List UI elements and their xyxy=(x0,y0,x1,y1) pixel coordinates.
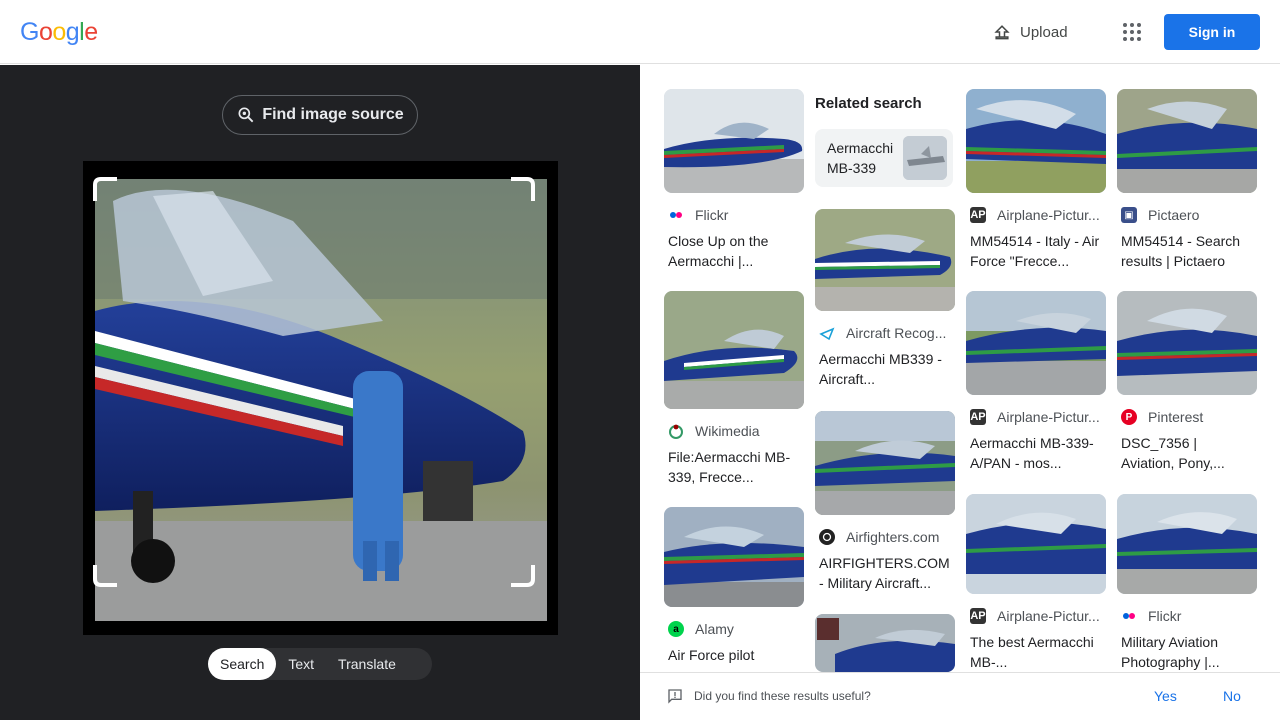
result-card[interactable]: Aircraft Recog... Aermacchi MB339 - Airc… xyxy=(815,209,955,389)
feedback-bar: Did you find these results useful? Yes N… xyxy=(640,672,1280,720)
jet-photo xyxy=(93,177,547,621)
related-search-heading: Related search xyxy=(815,95,922,112)
result-title: Aermacchi MB339 - Aircraft... xyxy=(819,351,942,387)
feedback-no-button[interactable]: No xyxy=(1223,688,1241,704)
result-title: DSC_7356 | Aviation, Pony,... xyxy=(1121,435,1225,471)
wikimedia-icon xyxy=(668,423,684,439)
result-thumbnail[interactable] xyxy=(815,411,955,515)
lens-search-icon xyxy=(238,107,254,123)
logo-letter: o xyxy=(52,18,66,46)
feedback-question: Did you find these results useful? xyxy=(694,689,871,703)
header: Google Upload Sign in xyxy=(0,0,1280,64)
result-source: Pinterest xyxy=(1148,409,1204,425)
result-thumbnail[interactable] xyxy=(664,291,804,409)
result-card[interactable]: Flickr Military Aviation Photography |..… xyxy=(1117,494,1257,672)
result-title: MM54514 - Italy - Air Force "Frecce... xyxy=(970,233,1100,269)
tab-text[interactable]: Text xyxy=(276,648,326,680)
pinterest-icon: P xyxy=(1121,409,1137,425)
result-card[interactable] xyxy=(815,614,955,672)
feedback-icon xyxy=(668,689,682,704)
upload-label: Upload xyxy=(1020,23,1068,41)
upload-icon xyxy=(994,25,1010,40)
result-thumbnail[interactable] xyxy=(966,89,1106,193)
result-thumbnail[interactable] xyxy=(664,89,804,193)
pictaero-icon: ▣ xyxy=(1121,207,1137,223)
flickr-icon xyxy=(1121,608,1137,624)
tab-translate[interactable]: Translate xyxy=(326,648,408,680)
result-thumbnail[interactable] xyxy=(966,494,1106,594)
result-source: Airplane-Pictur... xyxy=(997,608,1100,624)
airplane-pictures-icon: AP xyxy=(970,608,986,624)
result-card[interactable]: Flickr Close Up on the Aermacchi |... xyxy=(664,89,804,271)
result-thumbnail[interactable] xyxy=(1117,89,1257,193)
query-image-panel: Find image source Search Text Translate xyxy=(0,65,640,720)
result-thumbnail[interactable] xyxy=(664,507,804,607)
related-search-thumbnail xyxy=(903,136,947,180)
result-thumbnail[interactable] xyxy=(966,291,1106,395)
feedback-yes-button[interactable]: Yes xyxy=(1154,688,1177,704)
tab-search[interactable]: Search xyxy=(208,648,277,680)
result-source: Wikimedia xyxy=(695,423,760,439)
find-image-source-button[interactable]: Find image source xyxy=(222,95,418,135)
result-source: Airplane-Pictur... xyxy=(997,207,1100,223)
result-card[interactable]: AP Airplane-Pictur... Aermacchi MB-339-A/… xyxy=(966,291,1106,473)
airplane-pictures-icon: AP xyxy=(970,409,986,425)
result-title: Close Up on the Aermacchi |... xyxy=(668,233,769,269)
result-source: Airfighters.com xyxy=(846,529,940,545)
result-source: Pictaero xyxy=(1148,207,1200,223)
result-card[interactable]: a Alamy Air Force pilot xyxy=(664,507,804,685)
result-source: Flickr xyxy=(1148,608,1182,624)
result-source: Flickr xyxy=(695,207,729,223)
result-card[interactable]: P Pinterest DSC_7356 | Aviation, Pony,... xyxy=(1117,291,1257,473)
alamy-icon: a xyxy=(668,621,684,637)
result-source: Airplane-Pictur... xyxy=(997,409,1100,425)
result-card[interactable]: Airfighters.com AIRFIGHTERS.COM - Milita… xyxy=(815,411,955,593)
airfighters-icon xyxy=(819,529,835,545)
result-source: Aircraft Recog... xyxy=(846,325,947,341)
result-title: MM54514 - Search results | Pictaero xyxy=(1121,233,1241,269)
result-title: AIRFIGHTERS.COM - Military Aircraft... xyxy=(819,555,950,591)
find-image-source-label: Find image source xyxy=(262,106,404,123)
result-thumbnail[interactable] xyxy=(815,614,955,672)
lens-mode-tabs: Search Text Translate xyxy=(208,648,432,680)
related-search-label: Aermacchi MB-339 xyxy=(827,140,894,176)
result-thumbnail[interactable] xyxy=(1117,291,1257,395)
logo-letter: o xyxy=(38,18,53,46)
airplane-pictures-icon: AP xyxy=(970,207,986,223)
result-card[interactable]: Wikimedia File:Aermacchi MB-339, Frecce.… xyxy=(664,291,804,487)
sign-in-button[interactable]: Sign in xyxy=(1164,14,1260,50)
google-logo[interactable]: Google xyxy=(20,18,98,47)
aircraft-recog-icon xyxy=(819,325,835,341)
upload-button[interactable]: Upload xyxy=(992,20,1068,44)
result-title: The best Aermacchi MB-... xyxy=(970,634,1094,670)
results-panel: Flickr Close Up on the Aermacchi |... Wi… xyxy=(640,65,1280,720)
query-image[interactable] xyxy=(83,161,558,635)
related-search-chip[interactable]: Aermacchi MB-339 xyxy=(815,129,953,187)
result-source: Alamy xyxy=(695,621,734,637)
flickr-icon xyxy=(668,207,684,223)
logo-letter: g xyxy=(65,18,80,46)
logo-letter: e xyxy=(84,18,98,46)
result-thumbnail[interactable] xyxy=(1117,494,1257,594)
result-thumbnail[interactable] xyxy=(815,209,955,311)
result-card[interactable]: ▣ Pictaero MM54514 - Search results | Pic… xyxy=(1117,89,1257,271)
apps-grid-icon[interactable] xyxy=(1120,20,1144,44)
result-title: Military Aviation Photography |... xyxy=(1121,634,1220,670)
result-title: File:Aermacchi MB-339, Frecce... xyxy=(668,449,791,485)
result-card[interactable]: AP Airplane-Pictur... The best Aermacchi … xyxy=(966,494,1106,672)
logo-letter: G xyxy=(20,18,39,46)
result-title: Aermacchi MB-339-A/PAN - mos... xyxy=(970,435,1094,471)
result-card[interactable]: AP Airplane-Pictur... MM54514 - Italy - A… xyxy=(966,89,1106,271)
